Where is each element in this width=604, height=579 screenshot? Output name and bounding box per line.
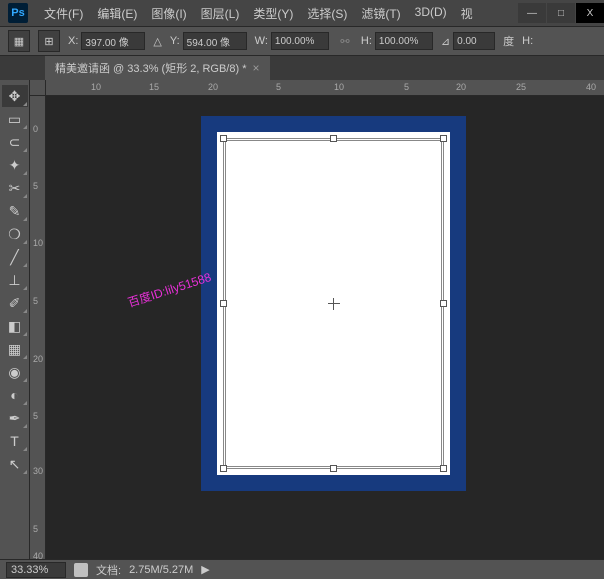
w-input[interactable] [271, 32, 329, 50]
title-bar: Ps 文件(F) 编辑(E) 图像(I) 图层(L) 类型(Y) 选择(S) 滤… [0, 0, 604, 26]
x-input[interactable] [81, 32, 145, 50]
doc-size-value: 2.75M/5.27M [129, 564, 193, 576]
menu-bar: 文件(F) 编辑(E) 图像(I) 图层(L) 类型(Y) 选择(S) 滤镜(T… [38, 1, 517, 26]
crop-tool[interactable]: ✂ [2, 177, 28, 199]
transform-center-icon[interactable] [328, 298, 340, 310]
ruler-tick: 20 [456, 82, 466, 92]
menu-layer[interactable]: 图层(L) [195, 1, 246, 26]
shield-icon [74, 563, 88, 577]
ruler-tick: 5 [33, 296, 38, 306]
link-icon[interactable]: ⚯ [337, 33, 353, 49]
h2-label: H: [522, 35, 533, 47]
tab-close-icon[interactable]: × [252, 61, 259, 75]
doc-size-label: 文档: [96, 562, 121, 578]
close-button[interactable]: X [576, 3, 604, 23]
h-label: H: [361, 35, 372, 47]
menu-type[interactable]: 类型(Y) [247, 1, 299, 26]
stamp-tool[interactable]: ⊥ [2, 269, 28, 291]
ruler-tick: 5 [404, 82, 409, 92]
menu-file[interactable]: 文件(F) [38, 1, 89, 26]
ruler-tick: 40 [586, 82, 596, 92]
app-logo: Ps [8, 3, 28, 23]
eraser-tool[interactable]: ◧ [2, 315, 28, 337]
handle-top-left[interactable] [220, 135, 227, 142]
transform-bounds[interactable] [223, 138, 444, 469]
status-bar: 33.33% 文档: 2.75M/5.27M ▶ [0, 559, 604, 579]
menu-filter[interactable]: 滤镜(T) [355, 1, 406, 26]
history-brush-tool[interactable]: ✐ [2, 292, 28, 314]
zoom-level[interactable]: 33.33% [6, 562, 66, 578]
ruler-tick: 15 [149, 82, 159, 92]
ruler-tick: 5 [33, 411, 38, 421]
xy-swap-icon[interactable]: △ [153, 35, 161, 48]
menu-view[interactable]: 视 [455, 1, 479, 26]
w-label: W: [255, 35, 268, 47]
document-canvas[interactable] [201, 116, 466, 491]
status-arrow-icon[interactable]: ▶ [201, 563, 209, 576]
handle-bot-left[interactable] [220, 465, 227, 472]
menu-edit[interactable]: 编辑(E) [91, 1, 143, 26]
options-bar: ▦ ⊞ X: △ Y: W: ⚯ H: ⊿ 度 H: [0, 26, 604, 56]
brush-tool[interactable]: ╱ [2, 246, 28, 268]
angle-label: ⊿ [441, 35, 450, 48]
menu-select[interactable]: 选择(S) [301, 1, 353, 26]
dodge-tool[interactable]: ◐ [2, 384, 28, 406]
document-tab[interactable]: 精美邀请函 @ 33.3% (矩形 2, RGB/8) * × [45, 56, 270, 80]
toolbox: ✥ ▭ ⊂ ✦ ✂ ✎ ❍ ╱ ⊥ ✐ ◧ ▦ ◉ ◐ ✒ T ↖ [0, 80, 30, 559]
blur-tool[interactable]: ◉ [2, 361, 28, 383]
ruler-vertical[interactable]: 0 5 10 5 20 5 30 5 40 [30, 96, 46, 559]
ruler-tick: 5 [33, 524, 38, 534]
eyedropper-tool[interactable]: ✎ [2, 200, 28, 222]
deg-label: 度 [503, 33, 514, 49]
path-tool[interactable]: ↖ [2, 453, 28, 475]
magic-wand-tool[interactable]: ✦ [2, 154, 28, 176]
ruler-tick: 10 [334, 82, 344, 92]
tab-bar: 精美邀请函 @ 33.3% (矩形 2, RGB/8) * × [0, 56, 604, 80]
canvas-viewport[interactable]: 百度ID:lily51588 [46, 96, 604, 559]
lasso-tool[interactable]: ⊂ [2, 131, 28, 153]
ruler-tick: 20 [33, 354, 43, 364]
ruler-corner [30, 80, 46, 96]
ruler-tick: 10 [33, 238, 43, 248]
handle-mid-right[interactable] [440, 300, 447, 307]
transform-ref-icon[interactable]: ▦ [8, 30, 30, 52]
y-label: Y: [170, 35, 180, 47]
handle-top-right[interactable] [440, 135, 447, 142]
ruler-tick: 10 [91, 82, 101, 92]
handle-top-mid[interactable] [330, 135, 337, 142]
ruler-tick: 5 [33, 181, 38, 191]
ruler-tick: 40 [33, 551, 43, 559]
workspace: ✥ ▭ ⊂ ✦ ✂ ✎ ❍ ╱ ⊥ ✐ ◧ ▦ ◉ ◐ ✒ T ↖ 10 15 20… [0, 80, 604, 559]
marquee-tool[interactable]: ▭ [2, 108, 28, 130]
ruler-tick: 0 [33, 124, 38, 134]
y-input[interactable] [183, 32, 247, 50]
transform-grid-icon[interactable]: ⊞ [38, 30, 60, 52]
ruler-horizontal[interactable]: 10 15 20 5 10 5 20 25 40 [46, 80, 604, 96]
h-input[interactable] [375, 32, 433, 50]
tab-title: 精美邀请函 @ 33.3% (矩形 2, RGB/8) * [55, 60, 246, 76]
handle-bot-right[interactable] [440, 465, 447, 472]
healing-tool[interactable]: ❍ [2, 223, 28, 245]
ruler-tick: 5 [276, 82, 281, 92]
menu-image[interactable]: 图像(I) [145, 1, 192, 26]
menu-3d[interactable]: 3D(D) [409, 1, 453, 26]
ruler-tick: 25 [516, 82, 526, 92]
ruler-tick: 30 [33, 466, 43, 476]
move-tool[interactable]: ✥ [2, 85, 28, 107]
pen-tool[interactable]: ✒ [2, 407, 28, 429]
ruler-tick: 20 [208, 82, 218, 92]
handle-mid-left[interactable] [220, 300, 227, 307]
canvas-area: 1015205105202540 0510520530540 百度ID: [30, 80, 604, 559]
angle-input[interactable] [453, 32, 495, 50]
x-label: X: [68, 35, 78, 47]
type-tool[interactable]: T [2, 430, 28, 452]
maximize-button[interactable]: □ [547, 3, 575, 23]
gradient-tool[interactable]: ▦ [2, 338, 28, 360]
window-controls: — □ X [517, 3, 604, 23]
minimize-button[interactable]: — [518, 3, 546, 23]
handle-bot-mid[interactable] [330, 465, 337, 472]
